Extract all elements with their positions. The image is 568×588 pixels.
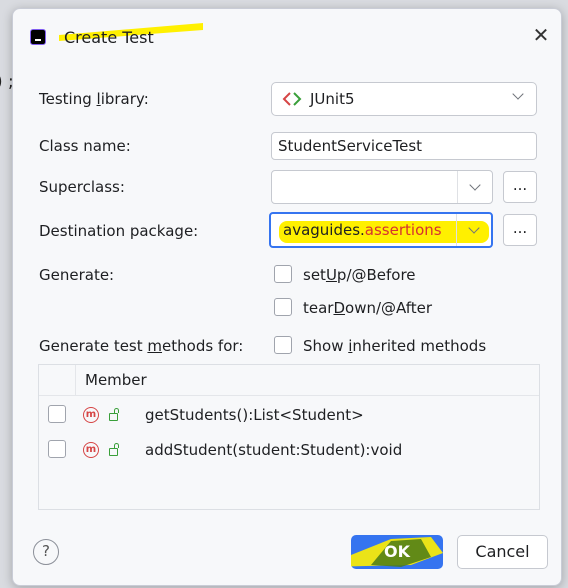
ok-label: OK <box>384 542 410 561</box>
destination-browse-button[interactable]: ... <box>503 214 537 246</box>
table-header: Member <box>39 365 539 396</box>
unlock-icon <box>109 448 118 456</box>
unlock-icon <box>109 413 118 421</box>
chevron-down-icon[interactable] <box>456 214 491 246</box>
testing-library-select[interactable]: JUnit5 <box>271 82 537 116</box>
app-icon <box>30 29 46 45</box>
ok-button[interactable]: OK <box>351 535 443 569</box>
destination-package-label: Destination package: <box>39 222 199 240</box>
teardown-checkbox[interactable] <box>274 298 292 316</box>
member-column-header[interactable]: Member <box>85 371 147 389</box>
row-checkbox[interactable] <box>48 405 66 423</box>
destination-package-value: avaguides.assertions <box>283 221 442 239</box>
method-icon: m <box>83 407 99 423</box>
setup-checkbox[interactable] <box>274 265 292 283</box>
close-icon[interactable]: ✕ <box>531 25 551 45</box>
class-name-label: Class name: <box>39 137 131 155</box>
superclass-browse-button[interactable]: ... <box>503 171 537 203</box>
help-button[interactable]: ? <box>33 539 59 565</box>
table-row[interactable]: m addStudent(student:Student):void <box>39 436 539 466</box>
superclass-combo[interactable] <box>271 170 493 204</box>
method-signature: getStudents():List<Student> <box>145 406 364 424</box>
show-inherited-label[interactable]: Show inherited methods <box>303 337 486 355</box>
chevron-down-icon <box>512 88 524 100</box>
create-test-dialog: Create Test ✕ Testing library: JUnit5 Cl… <box>12 8 562 586</box>
teardown-label[interactable]: tearDown/@After <box>303 299 432 317</box>
chevron-down-icon[interactable] <box>457 171 492 203</box>
row-checkbox[interactable] <box>48 440 66 458</box>
destination-package-combo[interactable]: avaguides.assertions <box>269 212 493 248</box>
table-row[interactable]: m getStudents():List<Student> <box>39 401 539 431</box>
testing-library-value: JUnit5 <box>310 90 355 108</box>
cancel-button[interactable]: Cancel <box>457 535 548 569</box>
testing-library-label: Testing library: <box>39 90 149 108</box>
superclass-label: Superclass: <box>39 178 125 196</box>
member-table: Member m getStudents():List<Student> m a… <box>38 364 540 510</box>
generate-label: Generate: <box>39 266 115 284</box>
dialog-title: Create Test <box>64 28 154 47</box>
method-signature: addStudent(student:Student):void <box>145 441 403 459</box>
class-name-input[interactable]: StudentServiceTest <box>271 132 537 160</box>
show-inherited-checkbox[interactable] <box>274 336 292 354</box>
class-name-value: StudentServiceTest <box>278 137 423 155</box>
methods-for-label: Generate test methods for: <box>39 337 244 355</box>
method-icon: m <box>83 442 99 458</box>
column-divider <box>75 365 76 395</box>
junit-icon <box>282 91 302 107</box>
setup-label[interactable]: setUp/@Before <box>303 266 416 284</box>
